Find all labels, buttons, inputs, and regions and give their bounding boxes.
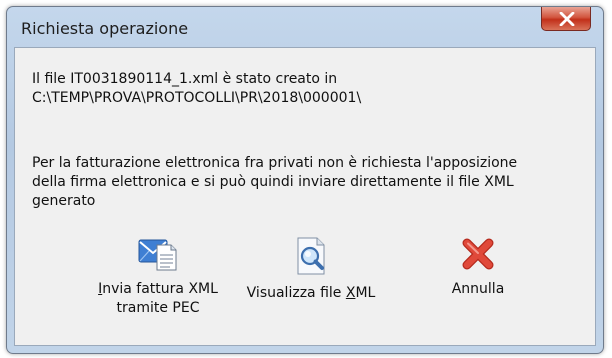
close-button[interactable] (541, 7, 591, 31)
dialog-body: Il file IT0031890114_1.xml è stato creat… (14, 47, 596, 346)
send-pec-button[interactable]: Invia fattura XML tramite PEC (83, 236, 233, 318)
message-line-1: Il file IT0031890114_1.xml è stato creat… (32, 71, 338, 87)
close-icon (559, 12, 575, 26)
dialog-title: Richiesta operazione (21, 19, 189, 38)
message-line-4: della firma elettronica e si può quindi … (32, 174, 514, 190)
view-xml-button[interactable]: Visualizza file XML (241, 236, 381, 303)
cancel-label: Annulla (451, 281, 505, 297)
magnifier-document-icon (297, 237, 325, 275)
send-pec-label-line1: nvia fattura XML (102, 281, 218, 297)
view-xml-label-after: ML (355, 285, 376, 301)
red-x-icon (462, 238, 494, 270)
message-line-3: Per la fatturazione elettronica fra priv… (32, 155, 518, 171)
send-pec-label: Invia fattura XML tramite PEC (83, 280, 233, 318)
message-path: C:\TEMP\PROVA\PROTOCOLLI\PR\2018\000001\ (32, 90, 362, 106)
view-xml-mnemonic: X (345, 285, 356, 301)
view-xml-label: Visualizza file XML (241, 284, 381, 303)
view-xml-label-before: Visualizza file (246, 285, 346, 301)
email-document-icon (138, 239, 177, 271)
send-pec-label-line2: tramite PEC (116, 300, 200, 316)
message-line-5: generato (32, 193, 96, 209)
cancel-button[interactable]: Annulla (433, 236, 523, 299)
title-bar[interactable]: Richiesta operazione (7, 7, 603, 47)
dialog-window: Richiesta operazione Il file IT003189011… (6, 6, 604, 354)
